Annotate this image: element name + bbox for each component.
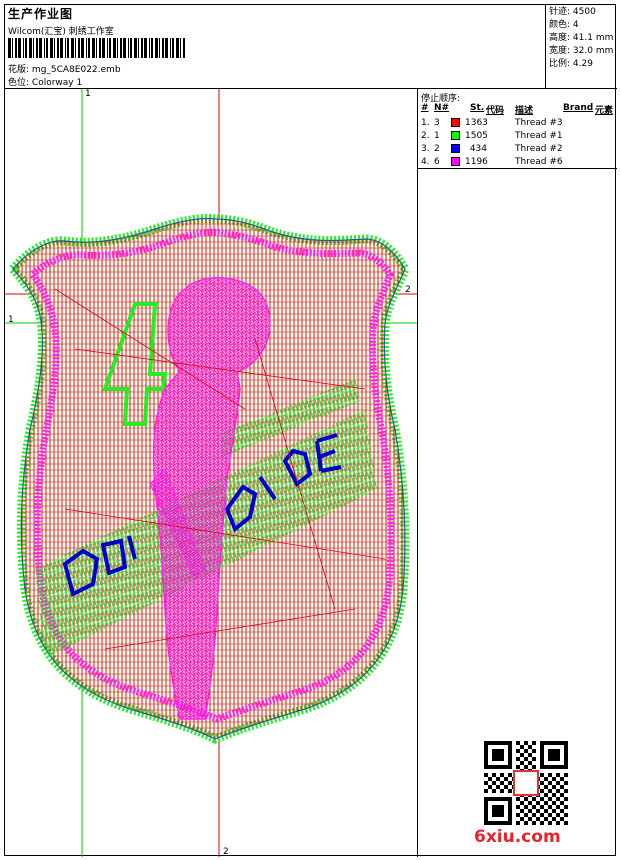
design-file: mg_5CA8E022.emb [31, 65, 121, 75]
stop-sequence-header: # N# St. 代码 描述 Brand 元素 [421, 103, 615, 116]
qr-code [484, 741, 568, 825]
header-info: 生产作业图 Wilcom(汇宝) 刺绣工作室 花版: mg_5CA8E022.e… [5, 5, 546, 89]
col-code: 代码 [486, 106, 505, 116]
stop-row: 3. 2 434 Thread #2 [421, 144, 563, 154]
stop-row: 2. 1 1505 Thread #1 [421, 131, 563, 141]
stat-height: 高度: 41.1 mm [549, 33, 614, 43]
stat-colors: 颜色: 4 [549, 20, 579, 30]
stat-width: 宽度: 32.0 mm [549, 46, 614, 56]
stat-stitches: 针迹: 4500 [549, 7, 596, 17]
color-swatch-green [451, 131, 460, 140]
colorway-row: 色位: Colorway 1 [8, 75, 82, 88]
col-brand: Brand [563, 103, 594, 113]
marker-top: 1 [85, 89, 91, 99]
col-element: 元素 [595, 106, 614, 116]
col-st: St. [470, 103, 485, 113]
side-panel: 停止顺序: # N# St. 代码 描述 Brand 元素 1. 3 1363 … [418, 89, 617, 857]
col-num: # [421, 103, 429, 113]
design-preview: 1 1 2 2 [5, 89, 418, 857]
colorway-value: Colorway 1 [31, 78, 83, 88]
stop-row: 4. 6 1196 Thread #6 [421, 157, 563, 167]
colorway-label: 色位: [8, 78, 30, 88]
company-name: Wilcom(汇宝) 刺绣工作室 [8, 27, 114, 37]
design-stats: 针迹: 4500 颜色: 4 高度: 41.1 mm 宽度: 32.0 mm 比… [546, 5, 617, 89]
barcode-image [8, 38, 185, 58]
col-n: N# [434, 103, 450, 113]
col-desc: 描述 [515, 106, 534, 116]
embroidery-drawing [5, 89, 417, 857]
color-swatch-blue [451, 144, 460, 153]
production-sheet: 生产作业图 Wilcom(汇宝) 刺绣工作室 花版: mg_5CA8E022.e… [4, 4, 617, 857]
stop-row: 1. 3 1363 Thread #3 [421, 118, 563, 128]
sheet-title: 生产作业图 [8, 7, 74, 21]
stop-sequence-table: 停止顺序: # N# St. 代码 描述 Brand 元素 1. 3 1363 … [418, 89, 617, 169]
marker-right: 2 [405, 285, 411, 295]
design-file-row: 花版: mg_5CA8E022.emb [8, 62, 121, 75]
design-label: 花版: [8, 65, 30, 75]
stat-scale: 比例: 4.29 [549, 59, 593, 69]
marker-bottom: 2 [223, 847, 229, 857]
color-swatch-red [451, 118, 460, 127]
color-swatch-magenta [451, 157, 460, 166]
site-logo: 6xiu.com [474, 827, 561, 847]
marker-left: 1 [8, 315, 14, 325]
